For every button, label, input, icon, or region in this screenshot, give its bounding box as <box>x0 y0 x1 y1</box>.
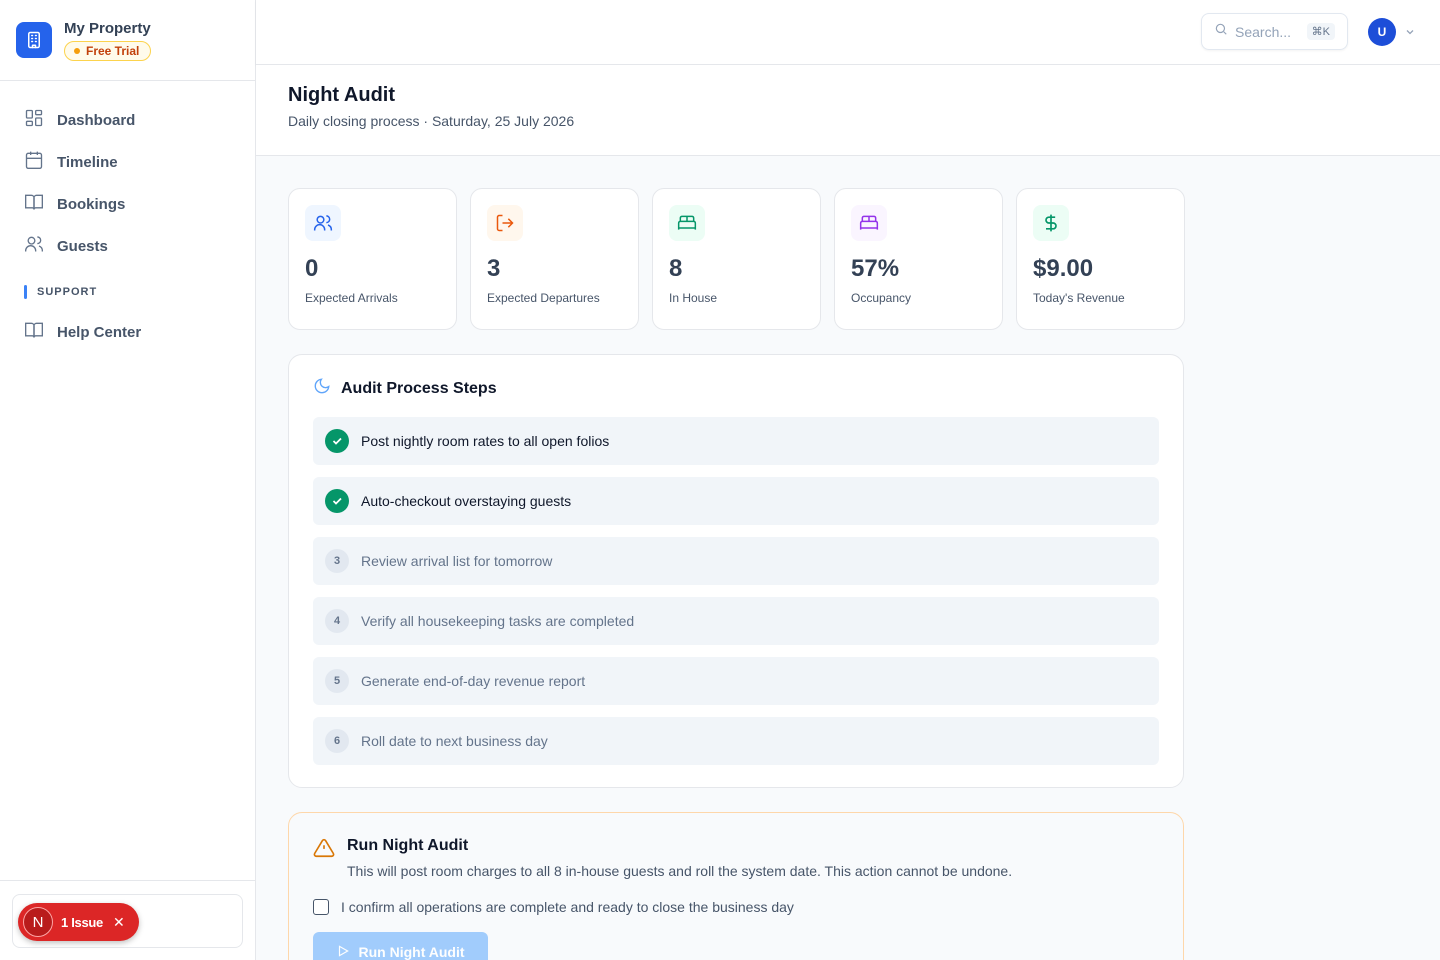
confirm-checkbox[interactable] <box>313 899 329 915</box>
run-audit-header: Run Night Audit This will post room char… <box>313 837 1159 879</box>
nav-item-help-center[interactable]: Help Center <box>0 311 255 353</box>
step-item: 4 Verify all housekeeping tasks are comp… <box>313 597 1159 645</box>
step-label: Generate end-of-day revenue report <box>361 673 586 689</box>
issue-avatar: N <box>23 907 53 937</box>
search-input[interactable]: Search... ⌘K <box>1201 13 1348 50</box>
main-nav: Dashboard Timeline Bookings Guests SUPPO… <box>0 81 255 353</box>
top-bar: Search... ⌘K U <box>256 0 1440 65</box>
stat-card-occupancy: 57% Occupancy <box>834 188 1003 330</box>
page-subtitle: Daily closing process · Saturday, 25 Jul… <box>288 113 575 129</box>
step-item: 3 Review arrival list for tomorrow <box>313 537 1159 585</box>
check-icon <box>325 489 349 513</box>
stat-value: 3 <box>487 255 501 282</box>
issue-count: 1 Issue <box>61 914 103 930</box>
stat-card-arrivals: 0 Expected Arrivals <box>288 188 457 330</box>
chevron-down-icon[interactable] <box>1404 25 1416 43</box>
nav-item-bookings[interactable]: Bookings <box>0 183 255 225</box>
issues-toast[interactable]: N 1 Issue ✕ <box>18 903 139 941</box>
step-item: 6 Roll date to next business day <box>313 717 1159 765</box>
book-icon <box>24 320 44 344</box>
step-number: 4 <box>325 609 349 633</box>
run-audit-description: This will post room charges to all 8 in-… <box>347 863 1013 879</box>
stat-label: Expected Arrivals <box>305 291 398 305</box>
play-icon <box>336 944 350 960</box>
bed-icon <box>851 205 887 241</box>
confirm-row[interactable]: I confirm all operations are complete an… <box>313 899 1159 915</box>
stat-label: Expected Departures <box>487 291 600 305</box>
step-label: Review arrival list for tomorrow <box>361 553 553 569</box>
stat-value: $9.00 <box>1033 255 1094 282</box>
dashboard-icon <box>24 108 44 132</box>
nav-label: Guests <box>57 237 108 255</box>
check-icon <box>325 429 349 453</box>
trial-badge: Free Trial <box>64 40 151 61</box>
calendar-icon <box>24 150 44 174</box>
stats-row: 0 Expected Arrivals 3 Expected Departure… <box>288 188 1185 330</box>
sidebar: My Property Free Trial Dashboard Timelin… <box>0 0 256 960</box>
stat-value: 57% <box>851 255 900 282</box>
page-title: Night Audit <box>288 84 396 106</box>
moon-icon <box>313 377 331 400</box>
search-icon <box>1214 22 1228 41</box>
nav-label: Timeline <box>57 153 118 171</box>
card-title: Audit Process Steps <box>313 377 1159 400</box>
step-label: Roll date to next business day <box>361 733 548 749</box>
user-avatar[interactable]: U <box>1368 18 1396 46</box>
audit-steps-card: Audit Process Steps Post nightly room ra… <box>288 354 1184 788</box>
step-number: 3 <box>325 549 349 573</box>
users-icon <box>305 205 341 241</box>
stat-card-departures: 3 Expected Departures <box>470 188 639 330</box>
support-section-header: SUPPORT <box>0 277 255 307</box>
search-placeholder: Search... <box>1235 23 1292 40</box>
brand[interactable]: My Property Free Trial <box>0 0 255 81</box>
nav-item-timeline[interactable]: Timeline <box>0 141 255 183</box>
stat-label: Today's Revenue <box>1033 291 1125 305</box>
run-audit-title: Run Night Audit <box>347 837 469 854</box>
step-label: Verify all housekeeping tasks are comple… <box>361 613 635 629</box>
bed-icon <box>669 205 705 241</box>
building-icon <box>16 22 52 58</box>
stat-card-in-house: 8 In House <box>652 188 821 330</box>
book-icon <box>24 192 44 216</box>
stat-card-revenue: $9.00 Today's Revenue <box>1016 188 1185 330</box>
confirm-label: I confirm all operations are complete an… <box>341 899 794 915</box>
stat-value: 8 <box>669 255 683 282</box>
page-header: Night Audit Daily closing process · Satu… <box>256 65 1440 156</box>
step-item: Post nightly room rates to all open foli… <box>313 417 1159 465</box>
warning-icon <box>313 837 335 879</box>
step-number: 6 <box>325 729 349 753</box>
nav-label: Dashboard <box>57 111 136 129</box>
stat-label: In House <box>669 291 718 305</box>
close-icon[interactable]: ✕ <box>113 914 125 931</box>
logout-icon <box>487 205 523 241</box>
step-label: Auto-checkout overstaying guests <box>361 493 572 509</box>
step-item: 5 Generate end-of-day revenue report <box>313 657 1159 705</box>
step-number: 5 <box>325 669 349 693</box>
nav-label: Help Center <box>57 323 142 341</box>
step-item: Auto-checkout overstaying guests <box>313 477 1159 525</box>
run-audit-card: Run Night Audit This will post room char… <box>288 812 1184 960</box>
step-label: Post nightly room rates to all open foli… <box>361 433 610 449</box>
nav-item-guests[interactable]: Guests <box>0 225 255 267</box>
users-icon <box>24 234 44 258</box>
stat-value: 0 <box>305 255 319 282</box>
nav-item-dashboard[interactable]: Dashboard <box>0 99 255 141</box>
run-night-audit-button[interactable]: Run Night Audit <box>313 932 488 960</box>
dollar-icon <box>1033 205 1069 241</box>
nav-label: Bookings <box>57 195 126 213</box>
stat-label: Occupancy <box>851 291 912 305</box>
property-name: My Property <box>64 19 151 37</box>
search-shortcut: ⌘K <box>1306 23 1335 40</box>
